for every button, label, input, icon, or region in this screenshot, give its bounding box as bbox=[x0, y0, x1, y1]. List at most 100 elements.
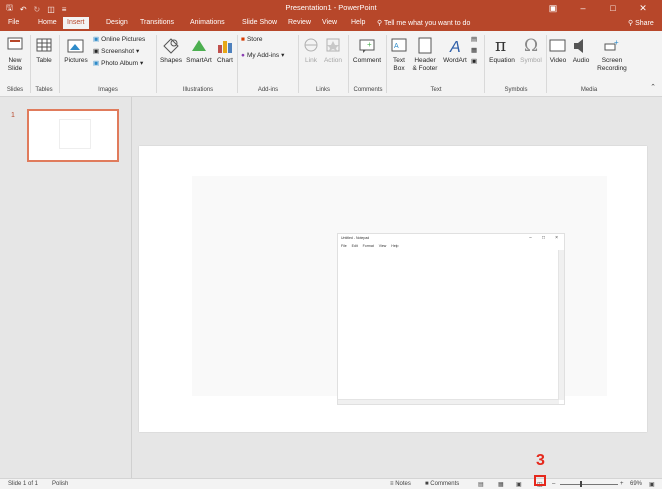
symbol-button[interactable]: Ω Symbol bbox=[518, 35, 544, 65]
ribbon-display-icon[interactable]: ▣ bbox=[538, 1, 568, 15]
screenshot-icon: ▣ bbox=[93, 48, 100, 55]
zoom-level[interactable]: 69% bbox=[630, 481, 642, 487]
screenshot-button[interactable]: ▣ Screenshot ▾ bbox=[93, 47, 140, 56]
svg-text:A: A bbox=[449, 39, 461, 55]
new-slide-button[interactable]: New Slide bbox=[4, 37, 26, 73]
header-footer-label: Header bbox=[414, 57, 436, 64]
minimize-icon[interactable]: – bbox=[568, 1, 598, 15]
slide-sorter-icon[interactable]: ▦ bbox=[498, 481, 504, 488]
collapse-ribbon-icon[interactable]: ⌃ bbox=[650, 83, 656, 91]
store-button[interactable]: ■ Store bbox=[241, 36, 262, 43]
video-label: Video bbox=[549, 57, 567, 64]
zoom-in-icon[interactable]: + bbox=[620, 481, 624, 487]
new-slide-icon bbox=[7, 37, 23, 50]
person-icon: ⚲ bbox=[628, 20, 634, 27]
online-pictures-button[interactable]: ▣ Online Pictures bbox=[93, 35, 145, 44]
tell-me-text: Tell me what you want to do bbox=[383, 20, 471, 27]
normal-view-icon[interactable]: ▤ bbox=[478, 481, 484, 488]
tab-slide-show[interactable]: Slide Show bbox=[242, 19, 277, 26]
pane-divider[interactable] bbox=[131, 97, 132, 478]
header-footer-button[interactable]: Header & Footer bbox=[410, 37, 440, 73]
chart-button[interactable]: Chart bbox=[215, 37, 235, 65]
slide-number-icon[interactable]: ▦ bbox=[471, 46, 477, 54]
video-icon bbox=[549, 39, 566, 52]
wordart-button[interactable]: A WordArt bbox=[441, 37, 469, 65]
share-button[interactable]: ⚲ Share bbox=[628, 19, 654, 27]
screenshot-image[interactable]: Untitled - Notepad − □ × File Edit Forma… bbox=[192, 176, 607, 405]
photo-album-label: Photo Album bbox=[101, 59, 139, 67]
audio-button[interactable]: Audio bbox=[570, 37, 592, 65]
tab-insert[interactable]: Insert bbox=[63, 17, 89, 29]
ribbon-insert: New Slide Slides Table Tables Pictures ▣… bbox=[0, 31, 662, 97]
zoom-out-icon[interactable]: – bbox=[552, 481, 555, 487]
zoom-slider[interactable] bbox=[560, 484, 618, 485]
group-label-images: Images bbox=[98, 87, 118, 93]
tab-view[interactable]: View bbox=[322, 19, 337, 26]
table-button[interactable]: Table bbox=[34, 37, 54, 65]
comments-label: Comments bbox=[430, 481, 460, 487]
comments-button[interactable]: ■ Comments bbox=[425, 481, 459, 487]
group-label-addins: Add-ins bbox=[257, 87, 279, 93]
slide-thumbnail[interactable] bbox=[27, 109, 119, 162]
notepad-menu-item: View bbox=[378, 244, 387, 248]
group-separator bbox=[59, 35, 60, 93]
notepad-window-buttons: − □ × bbox=[529, 235, 558, 241]
tab-transitions[interactable]: Transitions bbox=[140, 19, 174, 26]
text-small-buttons: ▤ ▦ ▣ bbox=[471, 35, 477, 65]
screen-recording-button[interactable]: + Screen Recording bbox=[594, 37, 630, 73]
notepad-vertical-scrollbar bbox=[558, 250, 564, 400]
smartart-button[interactable]: SmartArt bbox=[184, 37, 214, 65]
language-indicator[interactable]: Polish bbox=[52, 481, 68, 487]
notepad-menu: File Edit Format View Help bbox=[341, 244, 399, 248]
notes-button[interactable]: ≡ Notes bbox=[390, 481, 411, 487]
slide-canvas[interactable]: Untitled - Notepad − □ × File Edit Forma… bbox=[139, 146, 647, 432]
group-label-links: Links bbox=[315, 87, 330, 93]
chevron-down-icon: ▾ bbox=[281, 52, 285, 59]
object-icon[interactable]: ▣ bbox=[471, 57, 477, 65]
tab-animations[interactable]: Animations bbox=[190, 19, 225, 26]
tab-review[interactable]: Review bbox=[288, 19, 311, 26]
my-addins-button[interactable]: ● My Add-ins ▾ bbox=[241, 51, 285, 60]
group-separator bbox=[484, 35, 485, 93]
screenshot-label: Screenshot bbox=[101, 47, 135, 55]
link-button[interactable]: Link bbox=[302, 37, 320, 65]
equation-icon: π bbox=[495, 36, 506, 55]
tab-file[interactable]: File bbox=[8, 19, 19, 26]
comment-label: Comment bbox=[352, 57, 382, 64]
group-separator bbox=[386, 35, 387, 93]
group-label-symbols: Symbols bbox=[504, 87, 528, 93]
text-box-button[interactable]: A Text Box bbox=[389, 37, 409, 73]
store-label: Store bbox=[246, 36, 263, 43]
restore-icon[interactable]: □ bbox=[598, 1, 628, 15]
svg-text:+: + bbox=[614, 38, 619, 47]
share-label: Share bbox=[635, 20, 654, 27]
tab-home[interactable]: Home bbox=[38, 19, 57, 26]
photo-album-button[interactable]: ▣ Photo Album ▾ bbox=[93, 59, 143, 68]
close-icon[interactable]: ✕ bbox=[628, 1, 658, 15]
screen-recording-label2: Recording bbox=[597, 65, 627, 72]
tab-help[interactable]: Help bbox=[351, 19, 365, 26]
table-label: Table bbox=[36, 57, 52, 64]
notepad-close-icon: × bbox=[555, 235, 558, 241]
tell-me-box[interactable]: ⚲ Tell me what you want to do bbox=[377, 19, 470, 27]
reading-view-icon[interactable]: ▣ bbox=[516, 481, 522, 488]
status-bar: Slide 1 of 1 Polish ≡ Notes ■ Comments ▤… bbox=[0, 478, 662, 489]
comment-button[interactable]: + Comment bbox=[351, 37, 383, 65]
new-slide-label2: Slide bbox=[7, 65, 23, 72]
tab-design[interactable]: Design bbox=[106, 19, 128, 26]
equation-button[interactable]: π Equation bbox=[486, 35, 518, 65]
shapes-icon bbox=[163, 38, 179, 54]
notepad-maximize-icon: □ bbox=[542, 235, 546, 241]
wordart-label: WordArt bbox=[443, 57, 467, 64]
zoom-slider-thumb[interactable] bbox=[580, 481, 582, 487]
action-button[interactable]: Action bbox=[322, 37, 344, 65]
fit-slide-icon[interactable]: ▣ bbox=[649, 481, 655, 488]
shapes-button[interactable]: Shapes bbox=[159, 37, 183, 65]
video-button[interactable]: Video bbox=[548, 37, 568, 65]
date-time-icon[interactable]: ▤ bbox=[471, 35, 477, 43]
pictures-button[interactable]: Pictures bbox=[63, 37, 89, 65]
text-box-icon: A bbox=[391, 38, 407, 52]
comments-icon: ■ bbox=[425, 481, 429, 487]
group-label-illustrations: Illustrations bbox=[182, 87, 214, 93]
chevron-down-icon: ▾ bbox=[136, 48, 140, 55]
